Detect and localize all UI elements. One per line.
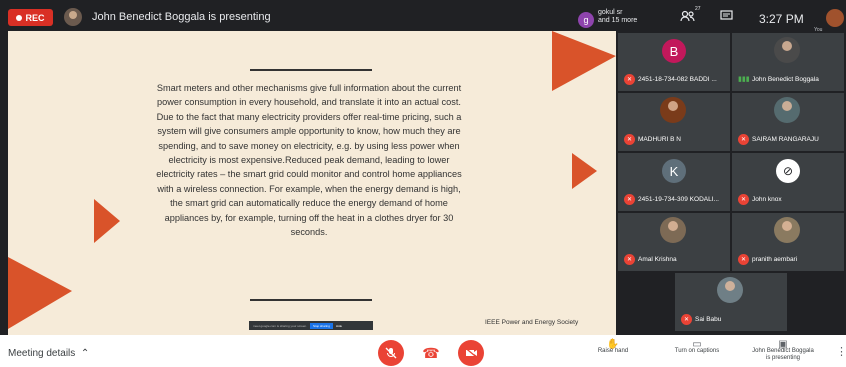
guest-avatar[interactable]: g <box>578 12 594 28</box>
guest-name: gokul sr <box>598 9 623 16</box>
participant-avatar: K <box>662 159 686 183</box>
chevron-up-icon: ⌃ <box>78 348 90 359</box>
raise-hand-label: Raise hand <box>597 348 629 354</box>
captions-label: Turn on captions <box>674 348 720 354</box>
participant-name: pranith aembari <box>752 256 798 263</box>
presentation-button[interactable]: ▣ John Benedict Boggala is presenting <box>740 339 826 362</box>
participant-tile[interactable]: ✕ MADHURI B N <box>618 93 730 151</box>
participant-name: 2451-18-734-082 BADDI ... <box>638 76 717 83</box>
guest-more: and 15 more <box>598 17 638 24</box>
participant-name: John Benedict Boggala <box>752 76 819 83</box>
present-screen-icon: ▣ <box>778 339 788 350</box>
mic-off-icon: ✕ <box>738 134 749 145</box>
participant-name: Amal Krishna <box>638 256 677 263</box>
mic-toggle-button[interactable] <box>378 340 404 366</box>
participant-avatar <box>717 277 743 303</box>
share-notice-text: meet.google.com is sharing your screen. <box>253 323 308 328</box>
logo-avatar-icon: ⊘ <box>776 159 800 183</box>
participant-avatar <box>774 217 800 243</box>
participant-name: 2451-19-734-309 KODALI... <box>638 196 719 203</box>
presenting-title: John Benedict Boggala is presenting <box>92 11 271 23</box>
guest-summary[interactable]: gokul sr and 15 more <box>598 9 637 25</box>
mic-off-icon: ✕ <box>624 134 635 145</box>
recording-badge: REC <box>8 9 53 26</box>
people-icon[interactable] <box>680 10 696 25</box>
participant-tile[interactable]: ⊘ ✕ John knox <box>732 153 844 211</box>
record-dot-icon <box>16 14 23 21</box>
participant-tile[interactable]: ✕ Sai Babu <box>675 273 787 331</box>
mic-off-icon: ✕ <box>624 194 635 205</box>
top-bar: REC John Benedict Boggala is presenting … <box>0 0 846 33</box>
participant-avatar <box>660 217 686 243</box>
camera-toggle-button[interactable] <box>458 340 484 366</box>
slide-body-text: Smart meters and other mechanisms give f… <box>156 83 462 238</box>
participant-name: Sai Babu <box>695 316 722 323</box>
people-count: 27 <box>695 6 701 12</box>
participant-name: SAIRAM RANGARAJU <box>752 136 819 143</box>
mic-off-icon: ✕ <box>681 314 692 325</box>
mic-off-icon: ✕ <box>738 254 749 265</box>
participant-tile[interactable]: B ✕ 2451-18-734-082 BADDI ... <box>618 33 730 91</box>
participant-tile[interactable]: ✕ pranith aembari <box>732 213 844 271</box>
captions-icon: ▭ <box>692 339 702 350</box>
clock: 3:27 PM <box>759 12 804 26</box>
presenter-avatar <box>64 8 82 26</box>
more-options-icon[interactable]: ⋮ <box>836 345 846 358</box>
meeting-details-label: Meeting details <box>8 348 76 359</box>
screen-share-notice: meet.google.com is sharing your screen. … <box>249 321 373 330</box>
mic-off-icon: ✕ <box>624 254 635 265</box>
meeting-details-button[interactable]: Meeting details ⌃ <box>8 348 89 359</box>
participant-grid: B ✕ 2451-18-734-082 BADDI ... ▮▮▮ John B… <box>616 31 846 335</box>
hang-up-icon: ☎ <box>422 344 440 361</box>
mic-off-icon <box>385 347 397 359</box>
participant-avatar <box>774 97 800 123</box>
participant-tile[interactable]: K ✕ 2451-19-734-309 KODALI... <box>618 153 730 211</box>
hand-icon: ✋ <box>606 339 620 350</box>
slide-divider-top <box>250 69 372 71</box>
participant-name: MADHURI B N <box>638 136 681 143</box>
participant-tile[interactable]: ▮▮▮ John Benedict Boggala <box>732 33 844 91</box>
presenting-line2: is presenting <box>765 355 801 361</box>
stop-sharing-button[interactable]: Stop sharing <box>310 322 333 329</box>
camera-off-icon <box>465 348 477 358</box>
participant-avatar: B <box>662 39 686 63</box>
slide-footer: IEEE Power and Energy Society <box>485 319 579 326</box>
hide-button[interactable]: Hide <box>336 324 342 328</box>
participant-avatar <box>660 97 686 123</box>
speaking-icon: ▮▮▮ <box>738 76 750 83</box>
self-avatar[interactable] <box>826 9 844 27</box>
mic-off-icon: ✕ <box>738 194 749 205</box>
participant-tile[interactable]: ✕ SAIRAM RANGARAJU <box>732 93 844 151</box>
participant-name: John knox <box>752 196 782 203</box>
leave-call-button[interactable]: ☎ <box>418 340 444 366</box>
bottom-bar: Meeting details ⌃ ☎ ✋ Raise hand ▭ Turn … <box>0 335 846 367</box>
captions-button[interactable]: ▭ Turn on captions <box>662 339 732 355</box>
mic-off-icon: ✕ <box>624 74 635 85</box>
slide-divider-bottom <box>250 299 372 301</box>
participant-tile[interactable]: ✕ Amal Krishna <box>618 213 730 271</box>
raise-hand-button[interactable]: ✋ Raise hand <box>588 339 638 355</box>
presentation-slide: Smart meters and other mechanisms give f… <box>8 31 616 335</box>
chat-icon[interactable] <box>720 10 733 25</box>
rec-label: REC <box>25 12 45 23</box>
participant-avatar <box>774 37 800 63</box>
presenting-line1: John Benedict Boggala <box>752 348 814 354</box>
